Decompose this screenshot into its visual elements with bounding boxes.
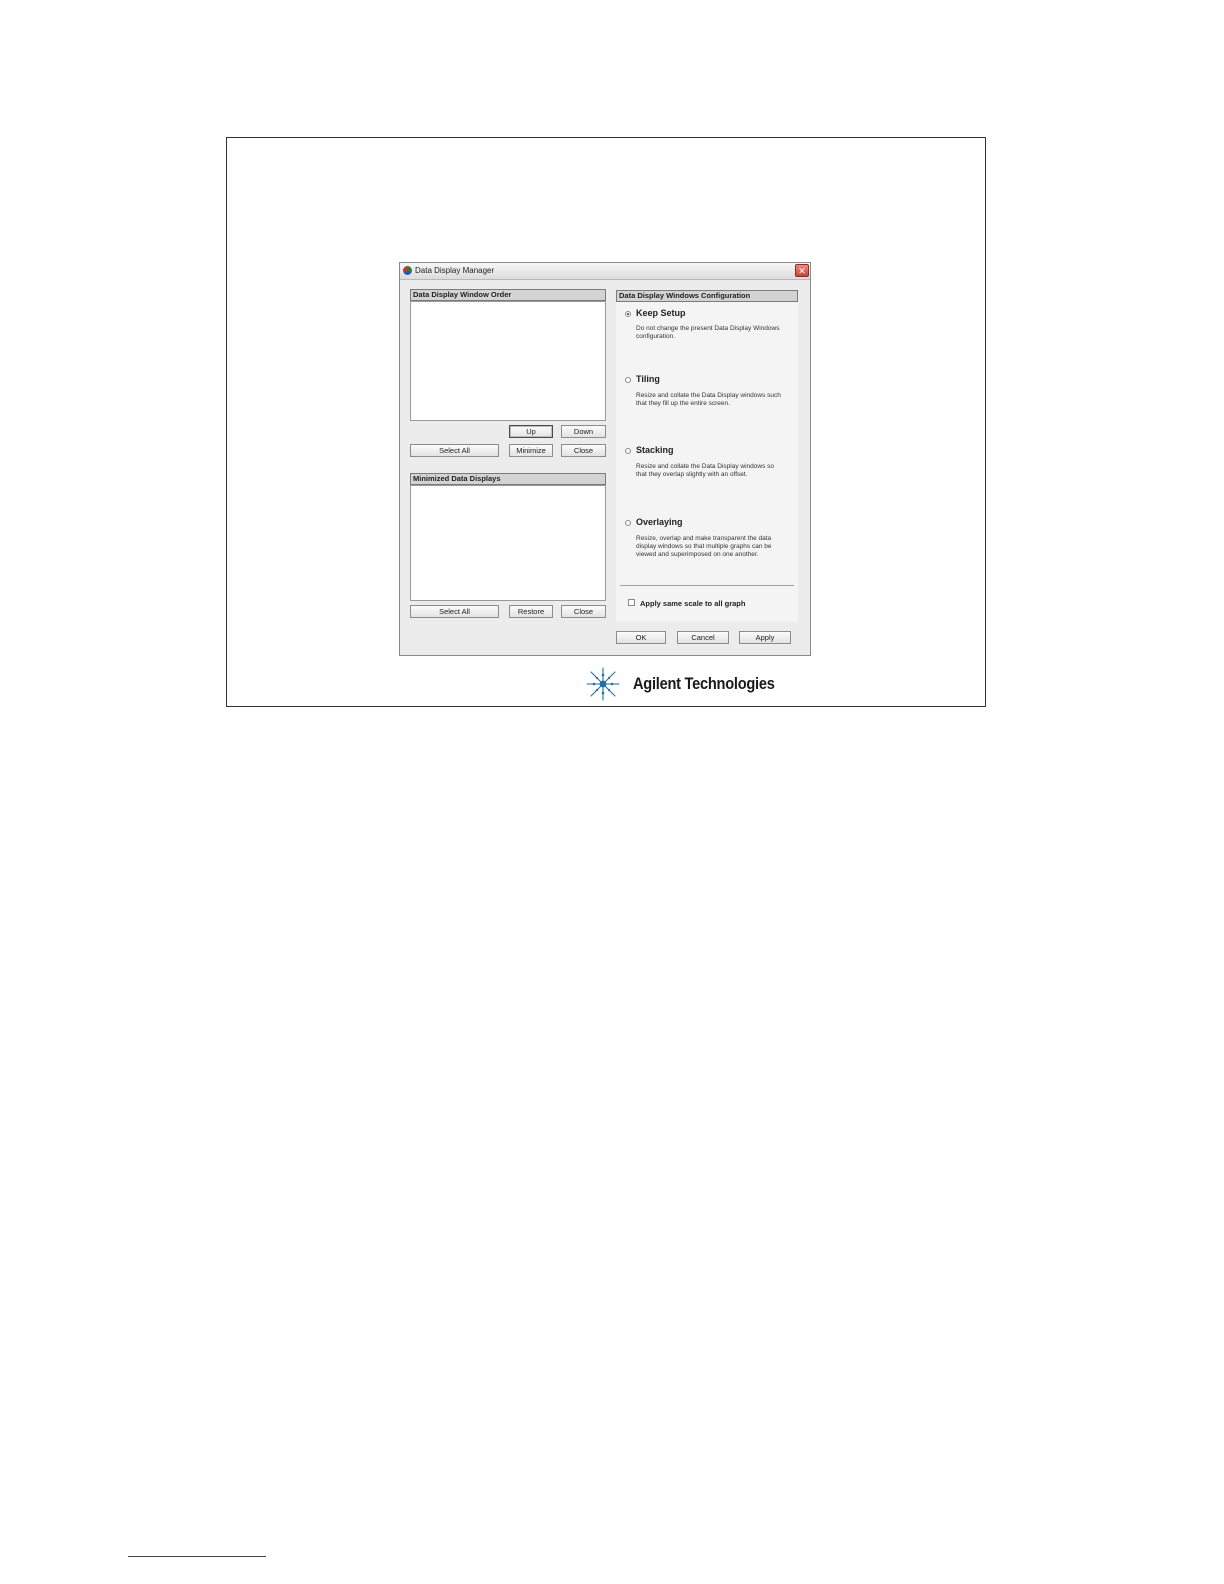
minimized-displays-header: Minimized Data Displays <box>410 473 606 485</box>
agilent-spark-icon <box>586 667 620 701</box>
title-bar[interactable]: Data Display Manager ✕ <box>400 263 810 280</box>
tiling-title[interactable]: Tiling <box>636 374 660 384</box>
config-divider <box>620 585 794 586</box>
apply-button[interactable]: Apply <box>739 631 791 644</box>
overlaying-title[interactable]: Overlaying <box>636 517 683 527</box>
cancel-button[interactable]: Cancel <box>677 631 729 644</box>
tiling-description: Resize and collate the Data Display wind… <box>636 392 781 407</box>
up-button[interactable]: Up <box>509 425 553 438</box>
keep-setup-title[interactable]: Keep Setup <box>636 308 686 318</box>
data-display-manager-dialog: Data Display Manager ✕ Data Display Wind… <box>399 262 811 656</box>
close-minimized-button[interactable]: Close <box>561 605 606 618</box>
keep-setup-description: Do not change the present Data Display W… <box>636 325 780 340</box>
stacking-title[interactable]: Stacking <box>636 445 674 455</box>
agilent-company-name: Agilent Technologies <box>633 674 775 693</box>
select-all-minimized-button[interactable]: Select All <box>410 605 499 618</box>
restore-button[interactable]: Restore <box>509 605 553 618</box>
configuration-panel: Keep Setup Do not change the present Dat… <box>616 302 798 622</box>
overlaying-radio[interactable] <box>625 520 631 526</box>
stacking-description: Resize and collate the Data Display wind… <box>636 463 775 478</box>
apply-same-scale-checkbox[interactable] <box>628 599 635 606</box>
app-icon <box>403 266 412 275</box>
minimize-button[interactable]: Minimize <box>509 444 553 457</box>
apply-same-scale-label[interactable]: Apply same scale to all graph <box>640 599 745 608</box>
window-order-header: Data Display Window Order <box>410 289 606 301</box>
down-button[interactable]: Down <box>561 425 606 438</box>
close-order-button[interactable]: Close <box>561 444 606 457</box>
window-order-list[interactable] <box>410 301 606 421</box>
configuration-header: Data Display Windows Configuration <box>616 290 798 302</box>
keep-setup-radio[interactable] <box>625 311 631 317</box>
ok-button[interactable]: OK <box>616 631 666 644</box>
dialog-title: Data Display Manager <box>415 266 495 275</box>
select-all-order-button[interactable]: Select All <box>410 444 499 457</box>
overlaying-description: Resize, overlap and make transparent the… <box>636 535 772 558</box>
tiling-radio[interactable] <box>625 377 631 383</box>
minimized-displays-list[interactable] <box>410 485 606 601</box>
footnote-rule <box>128 1556 266 1557</box>
close-window-button[interactable]: ✕ <box>795 264 809 277</box>
stacking-radio[interactable] <box>625 448 631 454</box>
agilent-logo: Agilent Technologies <box>583 666 783 702</box>
figure-frame: Data Display Manager ✕ Data Display Wind… <box>226 137 986 707</box>
